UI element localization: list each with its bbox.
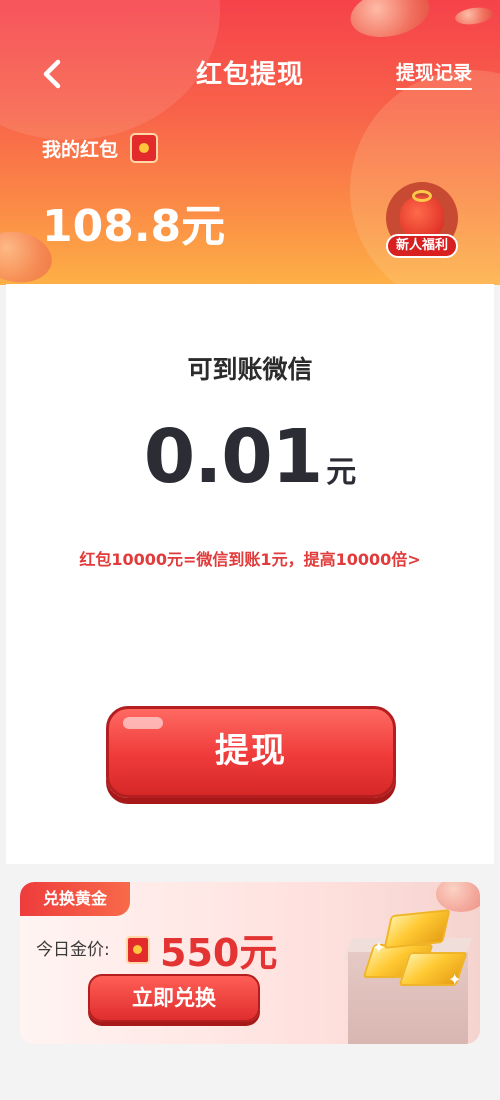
decor-coin (346, 0, 434, 44)
redpacket-balance: 108.8元 (42, 201, 226, 252)
button-shine (123, 717, 163, 729)
red-packet-icon (126, 936, 150, 964)
sparkle-icon: ✦ (448, 970, 462, 989)
decor-coin (436, 882, 480, 912)
gift-bag-icon (400, 196, 444, 238)
my-redpacket-label: 我的红包 (42, 139, 119, 161)
gift-bag-knot (412, 190, 432, 202)
amount-unit: 元 (326, 455, 357, 490)
decor-coin (454, 5, 494, 27)
withdraw-amount: 0.01 元 (6, 414, 494, 500)
gold-exchange-card: 兑换黄金 今日金价: 550元 立即兑换 ✦ ✦ (20, 882, 480, 1044)
red-packet-icon (130, 133, 158, 163)
exchange-now-button[interactable]: 立即兑换 (88, 974, 260, 1022)
withdraw-button-label: 提现 (215, 731, 287, 771)
sparkle-icon: ✦ (372, 938, 386, 957)
withdraw-page: 红包提现 提现记录 我的红包 108.8元 新人福利 可到账微信 0.01 元 红… (0, 0, 500, 1100)
withdraw-button[interactable]: 提现 (106, 706, 396, 798)
header: 红包提现 提现记录 我的红包 108.8元 新人福利 (0, 0, 500, 285)
gold-price-label: 今日金价: (36, 940, 110, 960)
arrive-wechat-label: 可到账微信 (187, 355, 313, 384)
amount-value: 0.01 (143, 414, 324, 500)
withdraw-card: 可到账微信 0.01 元 红包10000元=微信到账1元，提高10000倍> 提现 (6, 284, 494, 864)
boost-promo-link[interactable]: 红包10000元=微信到账1元，提高10000倍> (6, 546, 494, 570)
gold-price-value: 550元 (160, 931, 278, 975)
gold-exchange-tag: 兑换黄金 (20, 882, 130, 916)
withdraw-records-link[interactable]: 提现记录 (395, 58, 472, 90)
newbie-benefit-label: 新人福利 (386, 234, 458, 258)
newbie-benefit-button[interactable]: 新人福利 (386, 182, 458, 260)
